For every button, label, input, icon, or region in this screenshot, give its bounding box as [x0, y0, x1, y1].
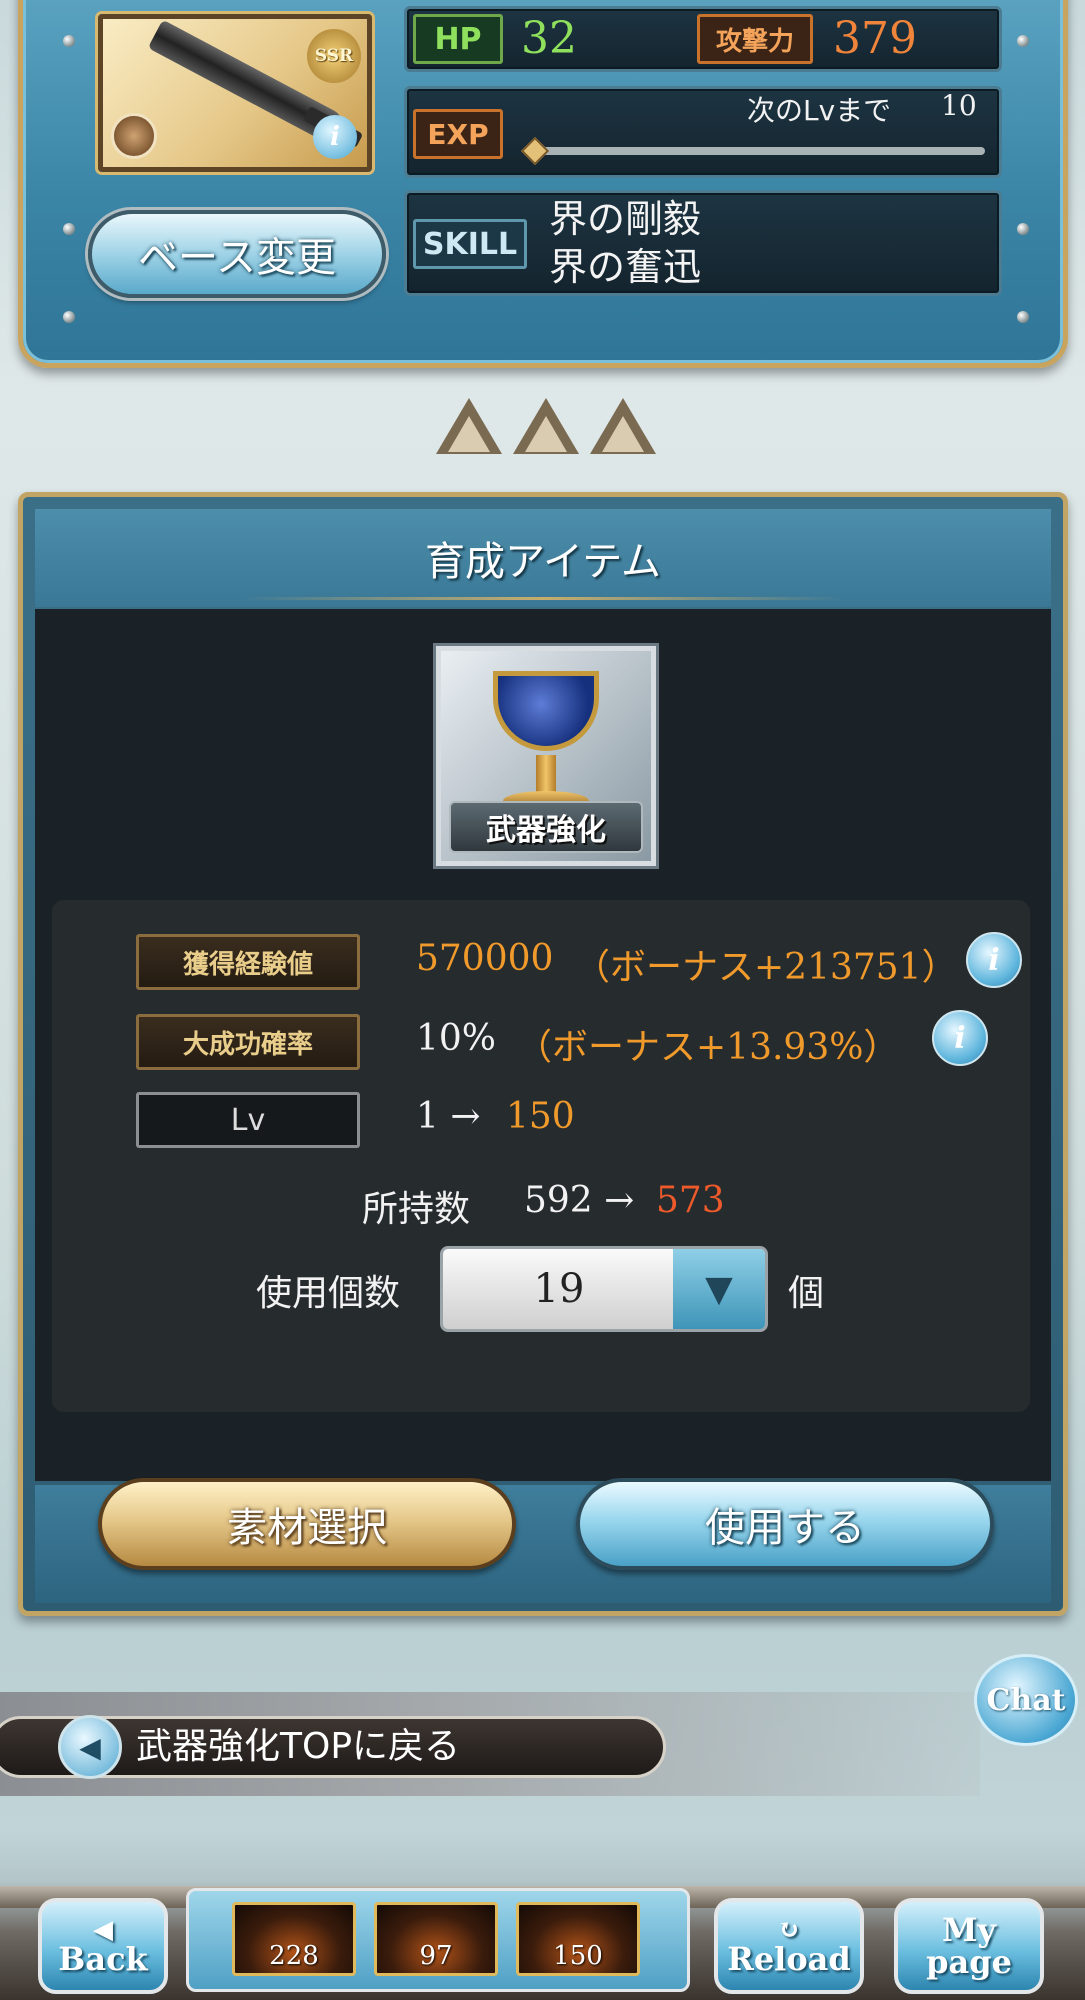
- exp-gain-value: 570000: [416, 938, 554, 979]
- rivet-icon: [1017, 223, 1029, 235]
- lv-from: 1 →: [416, 1096, 481, 1137]
- lv-label: Lv: [136, 1092, 360, 1148]
- info-icon[interactable]: i: [313, 115, 357, 159]
- great-success-label: 大成功確率: [136, 1014, 360, 1070]
- use-count-unit: 個: [788, 1273, 825, 1314]
- mypage-label-line1: My: [941, 1911, 996, 1949]
- use-button[interactable]: 使用する: [576, 1478, 994, 1570]
- rivet-icon: [1017, 311, 1029, 323]
- hp-label: HP: [413, 14, 503, 64]
- owned-to: 573: [656, 1180, 725, 1221]
- exp-diamond-icon: [520, 136, 550, 166]
- info-icon[interactable]: i: [932, 1010, 988, 1066]
- use-count-select[interactable]: 19 ▼: [440, 1246, 768, 1332]
- mypage-button[interactable]: My page: [894, 1898, 1044, 1994]
- next-level-label: 次のLvまで: [747, 94, 892, 127]
- next-level-value: 10: [941, 89, 977, 122]
- reload-button-label: Reload: [727, 1940, 851, 1978]
- rivet-icon: [63, 35, 75, 47]
- great-success-value: 10%: [416, 1018, 497, 1059]
- select-material-button[interactable]: 素材選択: [98, 1478, 516, 1570]
- rivet-icon: [63, 223, 75, 235]
- back-to-top-label[interactable]: 武器強化TOPに戻る: [136, 1718, 460, 1776]
- chat-button[interactable]: Chat: [974, 1654, 1078, 1746]
- exp-label: EXP: [413, 109, 503, 159]
- owned-from: 592 →: [524, 1180, 635, 1221]
- use-count-label: 使用個数: [256, 1273, 401, 1314]
- exp-gain-label: 獲得経験値: [136, 934, 360, 990]
- element-icon: [111, 113, 157, 159]
- weapon-thumbnail[interactable]: SSR i: [98, 14, 372, 172]
- item-name: 武器強化: [449, 801, 643, 853]
- item-panel-title: 育成アイテム: [35, 509, 1051, 607]
- triangle-ornament-icon: [513, 398, 579, 456]
- owned-label: 所持数: [362, 1189, 471, 1230]
- ssr-badge: SSR: [307, 29, 361, 83]
- triangle-ornament: [436, 398, 656, 460]
- back-arrow-icon[interactable]: ◀: [58, 1715, 122, 1779]
- footer-slot[interactable]: 150: [516, 1902, 640, 1976]
- back-button[interactable]: ◀ Back: [38, 1898, 168, 1994]
- attack-label: 攻撃力: [697, 14, 813, 64]
- hp-value: 32: [521, 13, 577, 64]
- rivet-icon: [63, 311, 75, 323]
- skill-box: SKILL 界の剛毅 界の奮迅: [404, 190, 1002, 296]
- dropdown-arrow-icon[interactable]: ▼: [673, 1249, 765, 1329]
- exp-progress-bar: [537, 147, 985, 155]
- rivet-icon: [1017, 35, 1029, 47]
- skill-name[interactable]: 界の奮迅: [549, 243, 701, 291]
- skill-list: 界の剛毅 界の奮迅: [549, 195, 701, 291]
- triangle-ornament-icon: [436, 398, 502, 456]
- lv-to: 150: [506, 1096, 575, 1137]
- back-button-label: Back: [58, 1940, 148, 1978]
- mypage-label-line2: page: [926, 1943, 1012, 1981]
- skill-name[interactable]: 界の剛毅: [549, 195, 701, 243]
- base-change-button[interactable]: ベース変更: [88, 210, 386, 298]
- triangle-ornament-icon: [590, 398, 656, 456]
- footer-slot[interactable]: 97: [374, 1902, 498, 1976]
- exp-box: EXP 次のLvまで 10: [404, 86, 1002, 178]
- reload-button[interactable]: ↻ Reload: [714, 1898, 864, 1994]
- header-divider: [243, 597, 843, 600]
- skill-label: SKILL: [413, 219, 527, 269]
- great-success-bonus: （ボーナス+13.93%）: [516, 1027, 900, 1068]
- exp-gain-bonus: （ボーナス+213751）: [574, 947, 958, 988]
- attack-value: 379: [833, 13, 917, 64]
- footer-slot[interactable]: 228: [232, 1902, 356, 1976]
- use-count-value: 19: [533, 1266, 585, 1312]
- item-card[interactable]: 武器強化: [436, 646, 656, 866]
- info-icon[interactable]: i: [966, 932, 1022, 988]
- hp-attack-box: HP 32 攻撃力 379: [404, 6, 1002, 72]
